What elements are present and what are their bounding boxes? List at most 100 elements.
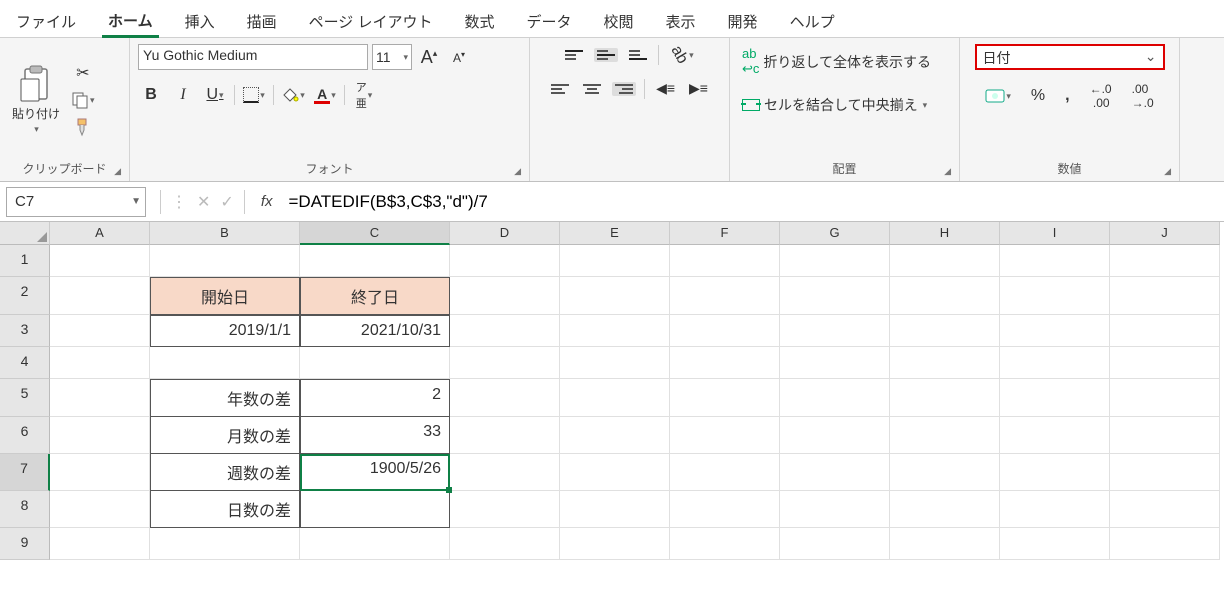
col-header-H[interactable]: H — [890, 222, 1000, 245]
wrap-text-button[interactable]: ab↩c 折り返して全体を表示する — [738, 44, 935, 79]
cell-F6[interactable] — [670, 417, 780, 454]
cell-J3[interactable] — [1110, 315, 1220, 347]
number-format-select[interactable]: 日付 — [975, 44, 1165, 70]
cell-C3[interactable]: 2021/10/31 — [300, 315, 450, 347]
fx-icon[interactable]: fx — [253, 193, 281, 210]
row-header-2[interactable]: 2 — [0, 277, 50, 315]
cell-F8[interactable] — [670, 491, 780, 528]
tab-data[interactable]: データ — [521, 7, 578, 36]
tab-home[interactable]: ホーム — [102, 6, 159, 38]
cell-D5[interactable] — [450, 379, 560, 417]
cell-E3[interactable] — [560, 315, 670, 347]
cell-D1[interactable] — [450, 245, 560, 277]
bold-button[interactable]: B — [138, 82, 164, 108]
cell-C6[interactable]: 33 — [300, 417, 450, 454]
indent-decrease-button[interactable]: ◀≡ — [653, 78, 678, 99]
cell-D9[interactable] — [450, 528, 560, 560]
cell-A9[interactable] — [50, 528, 150, 560]
cell-A8[interactable] — [50, 491, 150, 528]
italic-button[interactable]: I — [170, 82, 196, 108]
tab-file[interactable]: ファイル — [10, 7, 82, 36]
name-box[interactable]: C7▼ — [6, 187, 146, 217]
enter-formula-button[interactable]: ✓ — [220, 192, 233, 212]
paste-button[interactable]: 貼り付け ▾ — [8, 63, 64, 137]
cell-F3[interactable] — [670, 315, 780, 347]
cell-G7[interactable] — [780, 454, 890, 491]
accounting-format-button[interactable]: ▾ — [982, 86, 1014, 106]
cell-J2[interactable] — [1110, 277, 1220, 315]
cell-H1[interactable] — [890, 245, 1000, 277]
col-header-J[interactable]: J — [1110, 222, 1220, 245]
cell-D6[interactable] — [450, 417, 560, 454]
launcher-icon[interactable]: ◢ — [114, 166, 121, 177]
cell-E1[interactable] — [560, 245, 670, 277]
percent-button[interactable]: % — [1028, 85, 1048, 107]
cell-J6[interactable] — [1110, 417, 1220, 454]
tab-draw[interactable]: 描画 — [241, 7, 283, 36]
row-header-8[interactable]: 8 — [0, 491, 50, 528]
cell-B8[interactable]: 日数の差 — [150, 491, 300, 528]
cell-A1[interactable] — [50, 245, 150, 277]
cell-D4[interactable] — [450, 347, 560, 379]
cell-H8[interactable] — [890, 491, 1000, 528]
cell-C9[interactable] — [300, 528, 450, 560]
cell-C1[interactable] — [300, 245, 450, 277]
cell-F1[interactable] — [670, 245, 780, 277]
cell-A2[interactable] — [50, 277, 150, 315]
col-header-D[interactable]: D — [450, 222, 560, 245]
copy-button[interactable]: ▾ — [68, 89, 98, 111]
cell-I6[interactable] — [1000, 417, 1110, 454]
cell-H9[interactable] — [890, 528, 1000, 560]
cell-G3[interactable] — [780, 315, 890, 347]
cell-B3[interactable]: 2019/1/1 — [150, 315, 300, 347]
cell-B1[interactable] — [150, 245, 300, 277]
cell-B6[interactable]: 月数の差 — [150, 417, 300, 454]
col-header-A[interactable]: A — [50, 222, 150, 245]
shrink-font-button[interactable]: A▾ — [446, 44, 472, 70]
cell-H4[interactable] — [890, 347, 1000, 379]
cell-H3[interactable] — [890, 315, 1000, 347]
col-header-I[interactable]: I — [1000, 222, 1110, 245]
cell-E5[interactable] — [560, 379, 670, 417]
cell-I5[interactable] — [1000, 379, 1110, 417]
menu-dots-icon[interactable]: ⋮ — [171, 192, 187, 212]
col-header-F[interactable]: F — [670, 222, 780, 245]
cell-I7[interactable] — [1000, 454, 1110, 491]
cell-A5[interactable] — [50, 379, 150, 417]
cell-B4[interactable] — [150, 347, 300, 379]
row-header-5[interactable]: 5 — [0, 379, 50, 417]
cell-D3[interactable] — [450, 315, 560, 347]
cell-F2[interactable] — [670, 277, 780, 315]
underline-button[interactable]: U▾ — [202, 82, 228, 108]
phonetic-button[interactable]: ア亜▾ — [351, 82, 377, 108]
cell-C8[interactable] — [300, 491, 450, 528]
valign-bottom-button[interactable] — [626, 48, 650, 62]
select-all-corner[interactable] — [0, 222, 50, 245]
cell-A6[interactable] — [50, 417, 150, 454]
spreadsheet-grid[interactable]: A B C D E F G H I J 1 2 開始日 終了日 3 2019/1… — [0, 222, 1224, 560]
cell-D7[interactable] — [450, 454, 560, 491]
cell-I2[interactable] — [1000, 277, 1110, 315]
cell-I1[interactable] — [1000, 245, 1110, 277]
cell-I3[interactable] — [1000, 315, 1110, 347]
cell-I4[interactable] — [1000, 347, 1110, 379]
cell-G9[interactable] — [780, 528, 890, 560]
cell-J9[interactable] — [1110, 528, 1220, 560]
valign-top-button[interactable] — [562, 48, 586, 62]
decrease-decimal-button[interactable]: .00→.0 — [1129, 80, 1157, 112]
cell-G1[interactable] — [780, 245, 890, 277]
row-header-1[interactable]: 1 — [0, 245, 50, 277]
tab-insert[interactable]: 挿入 — [179, 7, 221, 36]
cell-J4[interactable] — [1110, 347, 1220, 379]
cell-E9[interactable] — [560, 528, 670, 560]
cell-C7[interactable]: 1900/5/26 — [300, 454, 450, 491]
col-header-B[interactable]: B — [150, 222, 300, 245]
cell-B5[interactable]: 年数の差 — [150, 379, 300, 417]
tab-help[interactable]: ヘルプ — [784, 7, 841, 36]
launcher-icon[interactable]: ◢ — [514, 166, 521, 177]
cell-G8[interactable] — [780, 491, 890, 528]
cell-J5[interactable] — [1110, 379, 1220, 417]
tab-view[interactable]: 表示 — [660, 7, 702, 36]
row-header-4[interactable]: 4 — [0, 347, 50, 379]
cell-F9[interactable] — [670, 528, 780, 560]
